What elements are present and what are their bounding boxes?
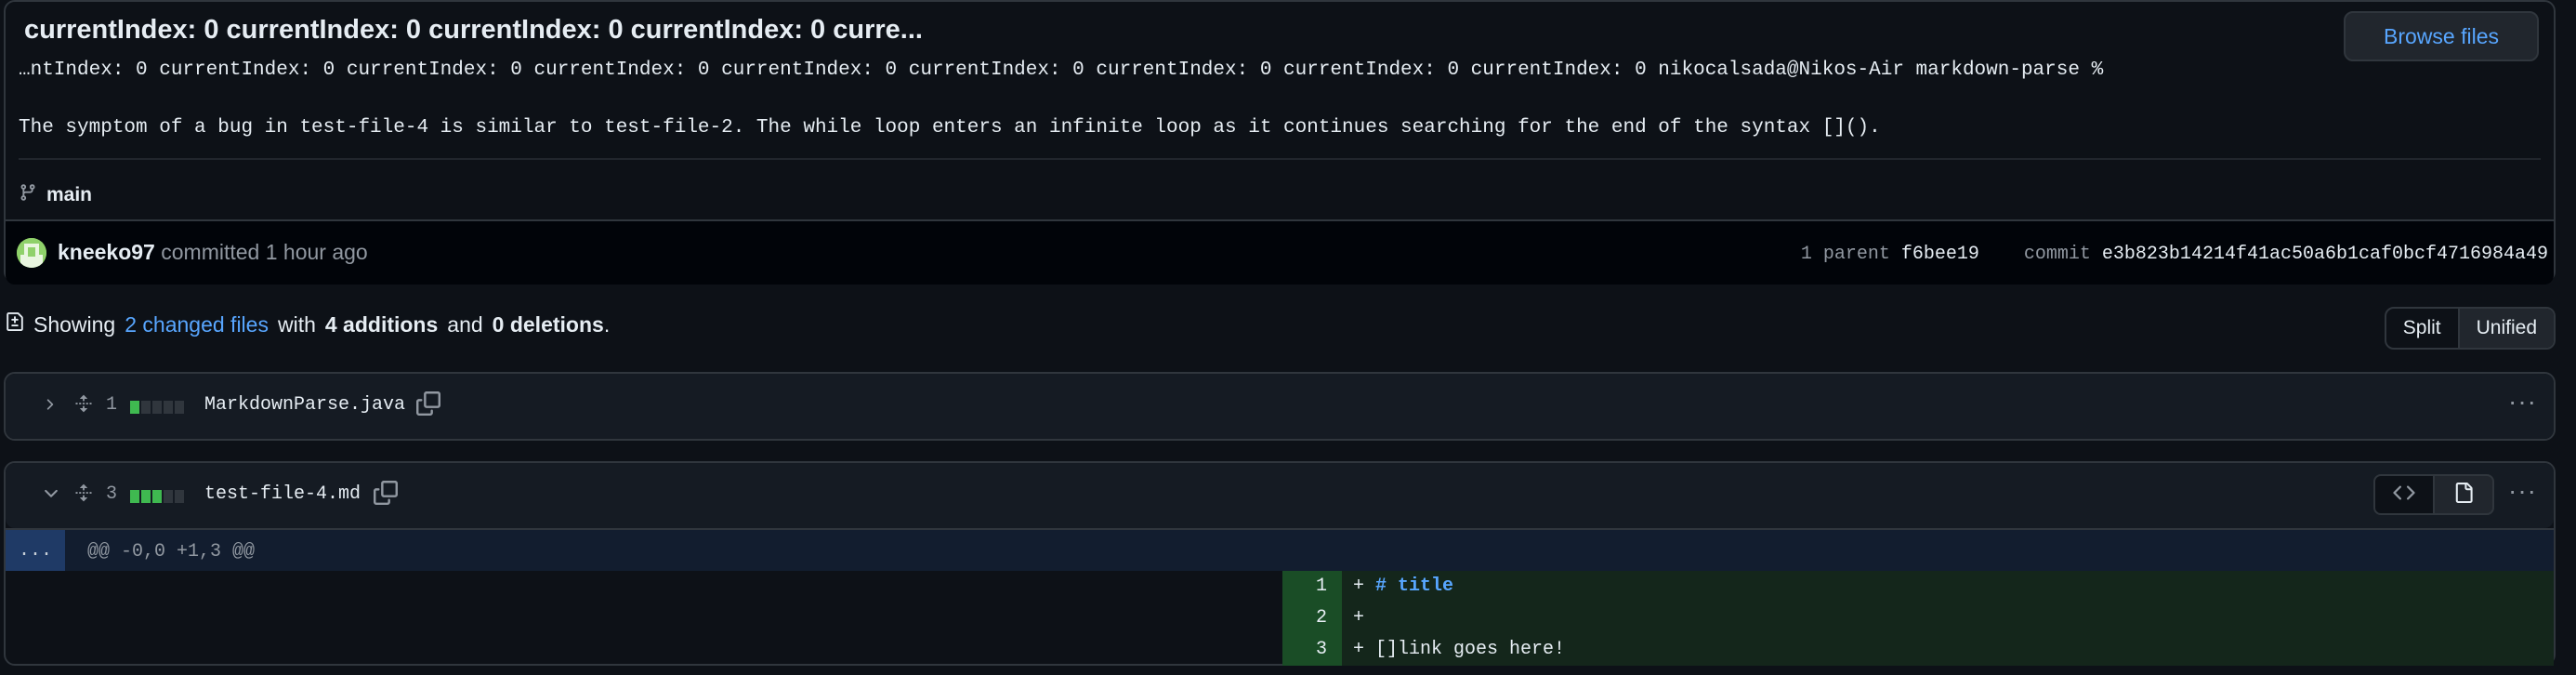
diffstat-bar bbox=[130, 490, 184, 503]
line-number[interactable]: 1 bbox=[1282, 571, 1342, 602]
changed-files-link[interactable]: 2 changed files bbox=[125, 312, 269, 338]
diff-view-toggle: Split Unified bbox=[2384, 307, 2556, 350]
line-number[interactable]: 2 bbox=[1282, 602, 1342, 634]
diffstat-block bbox=[175, 490, 184, 503]
line-code: + []link goes here! bbox=[1342, 634, 2554, 666]
hunk-header: @@ -0,0 +1,3 @@ bbox=[87, 541, 256, 562]
line-content: # title bbox=[1375, 576, 1454, 597]
file-header: 3 test-file-4.md ··· bbox=[6, 463, 2554, 528]
divider bbox=[19, 158, 2541, 160]
commit-author-line: kneeko97 committed 1 hour ago bbox=[58, 240, 368, 265]
copy-icon[interactable] bbox=[374, 480, 398, 510]
diff-summary: Showing 2 changed files with 4 additions… bbox=[6, 311, 610, 338]
chevron-right-icon[interactable] bbox=[41, 394, 58, 421]
chevron-down-icon[interactable] bbox=[41, 483, 61, 510]
diffstat-block bbox=[130, 490, 139, 503]
line-prefix: + bbox=[1353, 607, 1365, 629]
additions-count: 4 additions bbox=[324, 311, 439, 337]
commit-label: commit bbox=[2023, 244, 2091, 265]
file-name-link[interactable]: test-file-4.md bbox=[204, 483, 361, 505]
commit-meta-bar: kneeko97 committed 1 hour ago 1 parent f… bbox=[6, 219, 2554, 285]
view-source-button[interactable] bbox=[2373, 474, 2435, 515]
line-content: []link goes here! bbox=[1375, 639, 1566, 660]
code-icon bbox=[2393, 482, 2415, 509]
file-name-link[interactable]: MarkdownParse.java bbox=[204, 394, 405, 416]
more-options-icon[interactable]: ··· bbox=[2508, 387, 2537, 417]
hunk-header-row: ... @@ -0,0 +1,3 @@ bbox=[6, 528, 2554, 571]
line-number[interactable]: 3 bbox=[1282, 634, 1342, 666]
commit-description-line: …ntIndex: 0 currentIndex: 0 currentIndex… bbox=[19, 60, 2104, 81]
diff-line: 3 + []link goes here! bbox=[6, 634, 2554, 666]
file-diff: 3 test-file-4.md ··· ... @@ -0,0 +1,3 @@ bbox=[4, 461, 2556, 666]
changes-count: 1 bbox=[106, 394, 118, 416]
parent-sha-link[interactable]: f6bee19 bbox=[1901, 244, 1979, 265]
summary-and: and bbox=[447, 311, 483, 337]
diffstat-block bbox=[141, 401, 151, 414]
diffstat-block bbox=[130, 401, 139, 414]
changes-count: 3 bbox=[106, 483, 118, 505]
line-code: + # title bbox=[1342, 571, 2554, 602]
deletions-count: 0 deletions bbox=[492, 311, 604, 337]
split-view-button[interactable]: Split bbox=[2386, 309, 2458, 348]
diff-line: 2 + bbox=[6, 602, 2554, 634]
branch-link[interactable]: main bbox=[19, 182, 92, 208]
line-prefix: + bbox=[1353, 639, 1376, 660]
parent-label: 1 parent bbox=[1800, 244, 1890, 265]
copy-icon[interactable] bbox=[416, 390, 440, 421]
git-branch-icon bbox=[19, 182, 37, 208]
file-diff-icon bbox=[6, 311, 24, 338]
diffstat-block bbox=[152, 401, 162, 414]
branch-name: main bbox=[46, 184, 93, 205]
summary-period: . bbox=[603, 311, 611, 337]
summary-showing: Showing bbox=[33, 311, 116, 337]
expand-all-icon[interactable] bbox=[74, 482, 93, 509]
file-diff: 1 MarkdownParse.java ··· bbox=[4, 372, 2556, 441]
unified-view-button[interactable]: Unified bbox=[2457, 309, 2554, 348]
commit-shas: 1 parent f6bee19 commit e3b823b14214f41a… bbox=[1801, 244, 2548, 265]
commit-title: currentIndex: 0 currentIndex: 0 currentI… bbox=[24, 15, 923, 45]
commit-sha: e3b823b14214f41ac50a6b1caf0bcf4716984a49 bbox=[2101, 244, 2548, 265]
diffstat-block bbox=[164, 401, 173, 414]
expand-hunk-button[interactable]: ... bbox=[6, 530, 65, 571]
more-options-icon[interactable]: ··· bbox=[2508, 476, 2537, 506]
line-code: + bbox=[1342, 602, 2554, 634]
diff-line: 1 + # title bbox=[6, 571, 2554, 602]
avatar[interactable] bbox=[17, 238, 46, 268]
summary-with: with bbox=[277, 311, 316, 337]
file-icon bbox=[2453, 482, 2474, 509]
browse-files-button[interactable]: Browse files bbox=[2344, 11, 2539, 61]
line-prefix: + bbox=[1353, 576, 1376, 597]
committed-time: committed 1 hour ago bbox=[161, 240, 368, 264]
diffstat-block bbox=[164, 490, 173, 503]
view-rich-diff-button[interactable] bbox=[2433, 474, 2494, 515]
diffstat-bar bbox=[130, 401, 184, 414]
expand-all-icon[interactable] bbox=[74, 392, 93, 419]
commit-description-line: The symptom of a bug in test-file-4 is s… bbox=[19, 117, 1893, 139]
commit-header: currentIndex: 0 currentIndex: 0 currentI… bbox=[4, 0, 2556, 285]
diffstat-block bbox=[141, 490, 151, 503]
file-header: 1 MarkdownParse.java ··· bbox=[6, 374, 2554, 439]
diffstat-block bbox=[152, 490, 162, 503]
diffstat-block bbox=[175, 401, 184, 414]
author-link[interactable]: kneeko97 bbox=[58, 240, 155, 264]
